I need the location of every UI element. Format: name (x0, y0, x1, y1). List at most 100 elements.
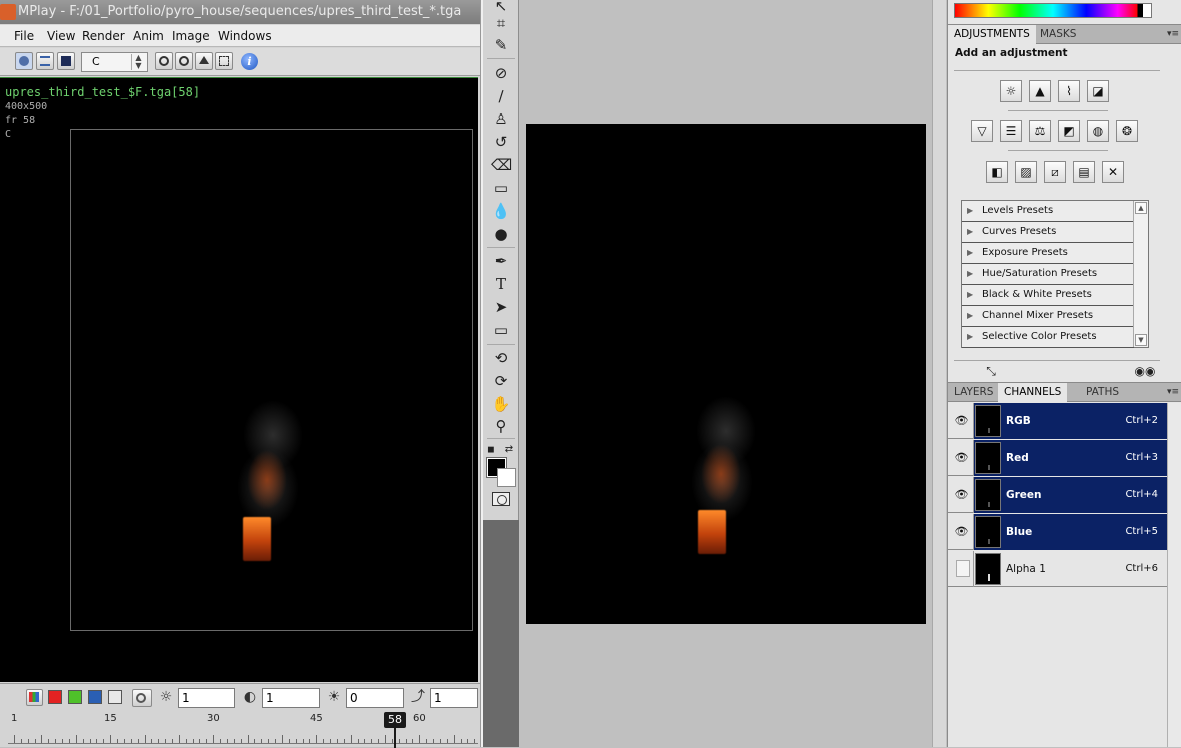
channel-mixer-icon[interactable]: ❂ (1116, 120, 1138, 142)
photo-filter-icon[interactable]: ◍ (1087, 120, 1109, 142)
info-icon[interactable]: i (241, 53, 258, 70)
channel-body[interactable]: Green Ctrl+4 (974, 477, 1167, 513)
eraser-icon[interactable]: ⌫ (491, 155, 512, 175)
tab-masks[interactable]: MASKS (1034, 25, 1082, 44)
channel-select[interactable]: C ▲ ▼ (81, 52, 148, 72)
selective-color-icon[interactable]: ✕ (1102, 161, 1124, 183)
3d-orbit-icon[interactable]: ⟳ (491, 371, 511, 391)
channel-body[interactable]: Alpha 1 Ctrl+6 (974, 551, 1167, 587)
color-balance-icon[interactable]: ⚖ (1029, 120, 1051, 142)
menu-image[interactable]: Image (172, 29, 210, 43)
threshold-icon[interactable]: ⧄ (1044, 161, 1066, 183)
blue-channel-button[interactable] (88, 690, 102, 704)
black-white-icon[interactable]: ◩ (1058, 120, 1080, 142)
channel-row-blue[interactable]: 👁 Blue Ctrl+5 (948, 514, 1167, 550)
healing-brush-icon[interactable]: ⊘ (491, 63, 511, 83)
tab-adjustments[interactable]: ADJUSTMENTS (948, 25, 1036, 44)
rectangle-icon[interactable]: ▭ (491, 320, 511, 340)
panel-menu-icon[interactable]: ▾≡ (1167, 29, 1179, 39)
channels-scrollbar[interactable] (1167, 403, 1181, 747)
zoom-icon[interactable]: ⚲ (491, 416, 511, 436)
quick-mask-icon[interactable] (492, 492, 510, 506)
green-channel-button[interactable] (68, 690, 82, 704)
eyedropper-icon[interactable]: ✎ (491, 35, 511, 55)
posterize-icon[interactable]: ▨ (1015, 161, 1037, 183)
hand-icon[interactable]: ✋ (491, 394, 511, 414)
clone-stamp-icon[interactable]: ♙ (491, 109, 511, 129)
channel-row-red[interactable]: 👁 Red Ctrl+3 (948, 440, 1167, 476)
preset-selective-color[interactable]: ▶ Selective Color Presets (962, 327, 1134, 348)
document-scrollbar[interactable] (932, 0, 946, 747)
zoom-out-button[interactable] (175, 52, 193, 70)
eye-icon[interactable]: 👁 (950, 477, 974, 513)
eye-icon[interactable]: 👁 (950, 440, 974, 476)
display-options-button[interactable] (36, 52, 54, 70)
hue-saturation-icon[interactable]: ☰ (1000, 120, 1022, 142)
menu-file[interactable]: File (14, 29, 34, 43)
mplay-titlebar[interactable]: MPlay - F:/01_Portfolio/pyro_house/seque… (0, 0, 480, 24)
background-button[interactable] (57, 52, 75, 70)
tab-paths[interactable]: PATHS (1080, 383, 1125, 402)
brightness-contrast-icon[interactable]: ☼ (1000, 80, 1022, 102)
background-color-swatch[interactable] (497, 468, 516, 487)
zoom-in-button[interactable] (155, 52, 173, 70)
fit-view-button[interactable] (215, 52, 233, 70)
alpha-channel-button[interactable] (108, 690, 122, 704)
offset-input[interactable]: 0 (346, 688, 404, 708)
swap-colors-icon[interactable]: ⇄ (503, 440, 515, 460)
3d-rotate-icon[interactable]: ⟲ (491, 348, 511, 368)
scroll-up-icon[interactable]: ▲ (1135, 202, 1147, 214)
curves-icon[interactable]: ⌇ (1058, 80, 1080, 102)
channel-body[interactable]: Red Ctrl+3 (974, 440, 1167, 476)
default-colors-icon[interactable]: ◼ (485, 440, 497, 460)
brush-icon[interactable]: ∕ (491, 86, 511, 106)
menu-render[interactable]: Render (82, 29, 125, 43)
red-channel-button[interactable] (48, 690, 62, 704)
blur-icon[interactable]: 💧 (491, 201, 511, 221)
menu-windows[interactable]: Windows (218, 29, 272, 43)
view-mode-button[interactable] (15, 52, 33, 70)
settings-dropdown-button[interactable] (132, 689, 152, 707)
exposure-icon[interactable]: ◪ (1087, 80, 1109, 102)
path-select-icon[interactable]: ➤ (491, 297, 511, 317)
gamma-input[interactable]: 1 (178, 688, 235, 708)
frame-timeline[interactable]: 1 15 30 45 60 58 (8, 712, 478, 748)
vibrance-icon[interactable]: ▽ (971, 120, 993, 142)
scroll-down-icon[interactable]: ▼ (1135, 334, 1147, 346)
color-spectrum[interactable] (954, 3, 1152, 18)
type-icon[interactable]: T (491, 274, 511, 294)
preset-channel-mixer[interactable]: ▶ Channel Mixer Presets (962, 306, 1134, 327)
invert-icon[interactable]: ◧ (986, 161, 1008, 183)
home-button[interactable] (195, 52, 213, 70)
history-brush-icon[interactable]: ↺ (491, 132, 511, 152)
preset-black-white[interactable]: ▶ Black & White Presets (962, 285, 1134, 306)
panel-menu-icon[interactable]: ▾≡ (1167, 387, 1179, 397)
preset-levels[interactable]: ▶ Levels Presets (962, 201, 1134, 222)
presets-scrollbar[interactable]: ▲ ▼ (1133, 201, 1148, 347)
levels-icon[interactable]: ▲ (1029, 80, 1051, 102)
channel-body[interactable]: Blue Ctrl+5 (974, 514, 1167, 550)
tab-layers[interactable]: LAYERS (948, 383, 999, 402)
gradient-map-icon[interactable]: ▤ (1073, 161, 1095, 183)
preset-curves[interactable]: ▶ Curves Presets (962, 222, 1134, 243)
mplay-viewport[interactable]: upres_third_test_$F.tga[58] 400x500 fr 5… (0, 77, 478, 682)
current-frame-marker[interactable]: 58 (384, 712, 406, 728)
eye-icon[interactable]: 👁 (950, 403, 974, 439)
step-input[interactable]: 1 (430, 688, 478, 708)
preset-exposure[interactable]: ▶ Exposure Presets (962, 243, 1134, 264)
menu-anim[interactable]: Anim (133, 29, 164, 43)
expand-view-icon[interactable]: ⤡ (982, 364, 1000, 378)
visibility-toggle[interactable] (950, 551, 974, 587)
channel-row-rgb[interactable]: 👁 RGB Ctrl+2 (948, 403, 1167, 439)
channel-body[interactable]: RGB Ctrl+2 (974, 403, 1167, 439)
eye-icon[interactable]: 👁 (950, 514, 974, 550)
gradient-icon[interactable]: ▭ (491, 178, 511, 198)
dodge-icon[interactable]: ● (491, 224, 511, 244)
document-canvas[interactable] (526, 124, 926, 624)
clip-layer-icon[interactable]: ◉◉ (1134, 364, 1156, 378)
crop-icon[interactable]: ⌗ (491, 13, 511, 33)
menu-view[interactable]: View (47, 29, 75, 43)
contrast-input[interactable]: 1 (262, 688, 320, 708)
preset-hue-saturation[interactable]: ▶ Hue/Saturation Presets (962, 264, 1134, 285)
channel-row-green[interactable]: 👁 Green Ctrl+4 (948, 477, 1167, 513)
